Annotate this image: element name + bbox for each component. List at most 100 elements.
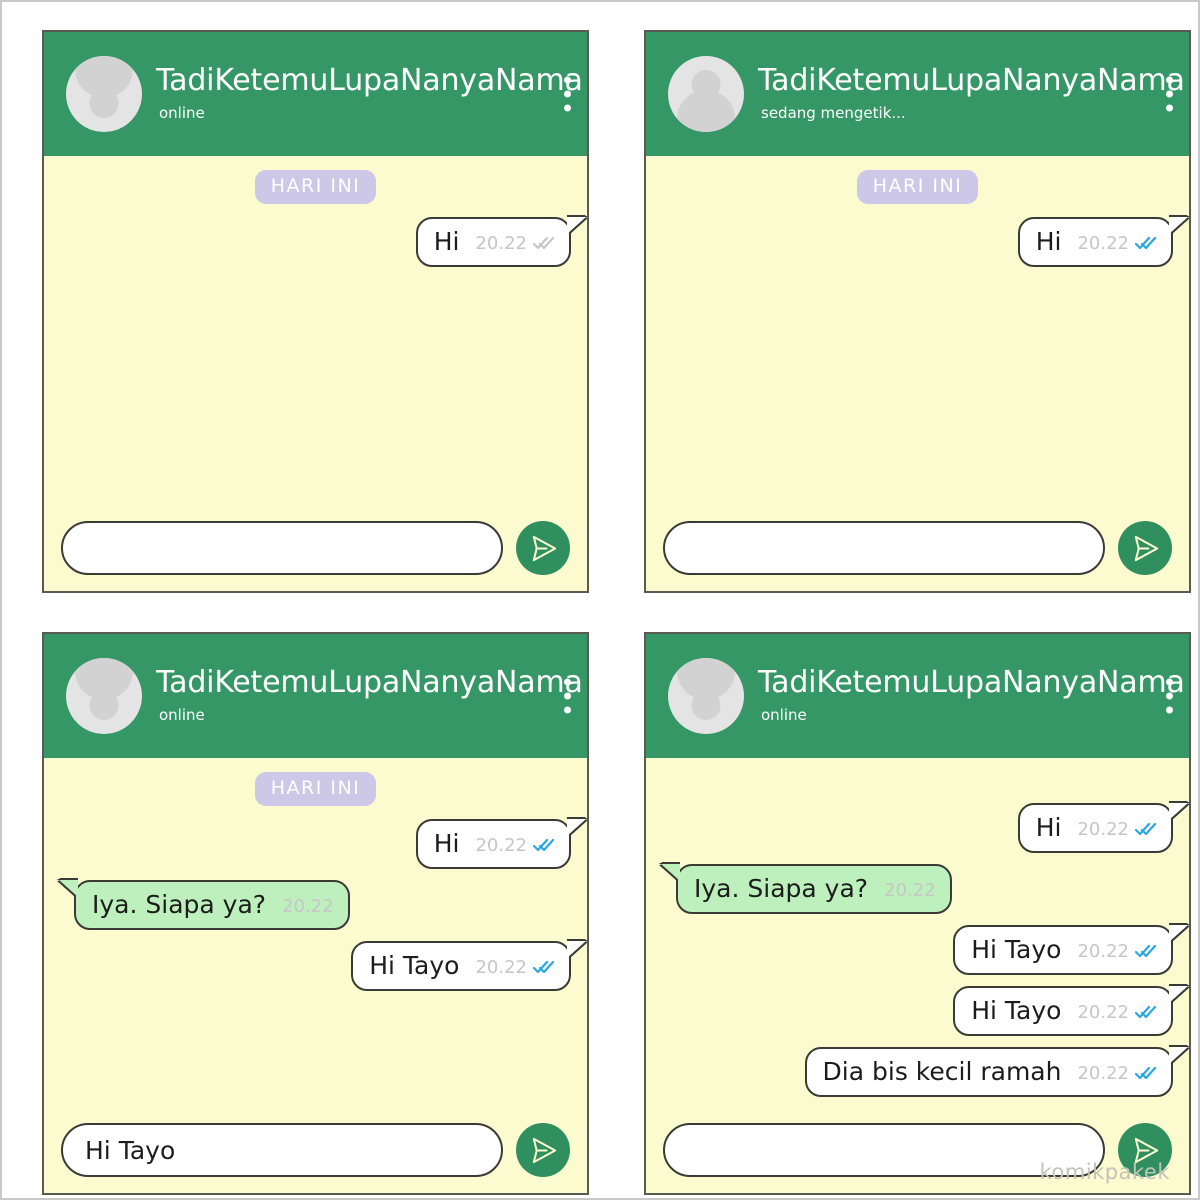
contact-name: TadiKetemuLupaNanyaNama [156,664,583,700]
double-check-icon [1135,822,1157,836]
message-bubble[interactable]: Hi 20.22 [1017,217,1188,267]
contact-name: TadiKetemuLupaNanyaNama [758,62,1185,98]
message-time: 20.22 [884,880,936,901]
message-bubble[interactable]: Hi Tayo 20.22 [953,986,1188,1036]
message-meta: 20.22 [1077,1002,1157,1023]
header-text-group: TadiKetemuLupaNanyaNama sedang mengetik..… [758,62,1185,122]
date-badge: HARI INI [856,170,979,204]
message-composer [646,505,1189,591]
chat-header: TadiKetemuLupaNanyaNama online [44,634,587,758]
paper-plane-icon [532,1137,556,1163]
menu-dot [564,104,571,112]
message-bubble[interactable]: Dia bis kecil ramah 20.22 [804,1047,1188,1097]
message-text: Hi [433,227,460,256]
message-time: 20.22 [282,896,334,917]
panel-2: TadiKetemuLupaNanyaNama sedang mengetik..… [644,30,1191,593]
send-button[interactable] [1118,521,1172,575]
message-list: HARI INI Hi 20.22 [44,156,587,505]
date-badge: HARI INI [254,170,377,204]
message-input-value: Hi Tayo [85,1135,176,1165]
message-meta: 20.22 [1077,1063,1157,1084]
date-badge-row: HARI INI [60,772,571,806]
message-text: Hi Tayo [971,996,1062,1025]
three-dots-vertical-icon[interactable] [1166,678,1173,714]
double-check-icon [533,236,555,250]
double-check-icon [533,960,555,974]
date-badge-row: HARI INI [60,170,571,204]
avatar-body [75,56,133,98]
message-row: Hi Tayo 20.22 [662,986,1188,1036]
message-bubble[interactable]: Hi 20.22 [1017,803,1188,853]
comic-panel-grid: TadiKetemuLupaNanyaNama online HARI INI Hi 2… [2,2,1200,1202]
message-row: Hi 20.22 [60,217,586,267]
three-dots-vertical-icon[interactable] [1166,76,1173,112]
bubble-tail [567,941,586,958]
menu-dot [564,76,571,84]
message-meta: 20.22 [475,835,555,856]
message-bubble[interactable]: Hi 20.22 [415,217,586,267]
menu-dot [564,692,571,700]
avatar-body [75,658,133,700]
message-list: HARI INI Hi 20.22 [646,156,1189,505]
chat-header: TadiKetemuLupaNanyaNama online [646,634,1189,758]
contact-name: TadiKetemuLupaNanyaNama [758,664,1185,700]
message-text: Iya. Siapa ya? [694,874,869,903]
message-list: Hi 20.22 Iya. Siapa ya? 20.22 Hi Tayo 20.22 Hi… [646,758,1189,1107]
message-composer [44,505,587,591]
menu-dot [1166,76,1173,84]
message-row: Hi 20.22 [662,803,1188,853]
double-check-icon [1135,1005,1157,1019]
panel-3: TadiKetemuLupaNanyaNama online HARI INI Hi 2… [42,632,589,1195]
message-meta: 20.22 [282,896,334,917]
message-row: Hi 20.22 [662,217,1188,267]
bubble-tail [1169,925,1188,942]
message-time: 20.22 [1077,1063,1129,1084]
message-bubble[interactable]: Iya. Siapa ya? 20.22 [661,864,952,914]
message-time: 20.22 [1077,941,1129,962]
contact-status: online [761,706,807,725]
message-bubble[interactable]: Hi 20.22 [415,819,586,869]
contact-status: online [159,706,205,725]
message-input[interactable] [663,521,1105,575]
panel-4: TadiKetemuLupaNanyaNama online Hi 20.22 Iya.… [644,632,1191,1195]
message-row: Iya. Siapa ya? 20.22 [661,864,1187,914]
message-row: Iya. Siapa ya? 20.22 [59,880,585,930]
message-row: Hi Tayo 20.22 [60,941,586,991]
send-button[interactable] [516,1123,570,1177]
double-check-icon [533,838,555,852]
menu-dot [564,90,571,98]
message-input[interactable]: Hi Tayo [61,1123,503,1177]
message-text: Hi Tayo [971,935,1062,964]
message-row: Hi 20.22 [60,819,586,869]
panel-1: TadiKetemuLupaNanyaNama online HARI INI Hi 2… [42,30,589,593]
menu-dot [564,678,571,686]
avatar [668,658,744,734]
message-list: HARI INI Hi 20.22 Iya. Siapa ya? 20.22 Hi Tay… [44,758,587,1107]
message-row: Hi Tayo 20.22 [662,925,1188,975]
message-text: Hi [433,829,460,858]
menu-dot [1166,104,1173,112]
message-meta: 20.22 [1077,819,1157,840]
message-meta: 20.22 [475,957,555,978]
contact-name: TadiKetemuLupaNanyaNama [156,62,583,98]
avatar [66,658,142,734]
menu-dot [1166,90,1173,98]
header-text-group: TadiKetemuLupaNanyaNama online [156,664,583,725]
message-text: Hi [1035,813,1062,842]
send-button[interactable] [516,521,570,575]
message-input[interactable] [61,521,503,575]
double-check-icon [1135,236,1157,250]
message-time: 20.22 [1077,233,1129,254]
message-composer: Hi Tayo [44,1107,587,1193]
message-bubble[interactable]: Iya. Siapa ya? 20.22 [59,880,350,930]
date-badge: HARI INI [254,772,377,806]
message-bubble[interactable]: Hi Tayo 20.22 [351,941,586,991]
three-dots-vertical-icon[interactable] [564,678,571,714]
message-bubble[interactable]: Hi Tayo 20.22 [953,925,1188,975]
avatar-body [677,658,735,700]
three-dots-vertical-icon[interactable] [564,76,571,112]
header-text-group: TadiKetemuLupaNanyaNama online [758,664,1185,725]
avatar-body [677,90,735,132]
chat-header: TadiKetemuLupaNanyaNama sedang mengetik..… [646,32,1189,156]
chat-header: TadiKetemuLupaNanyaNama online [44,32,587,156]
